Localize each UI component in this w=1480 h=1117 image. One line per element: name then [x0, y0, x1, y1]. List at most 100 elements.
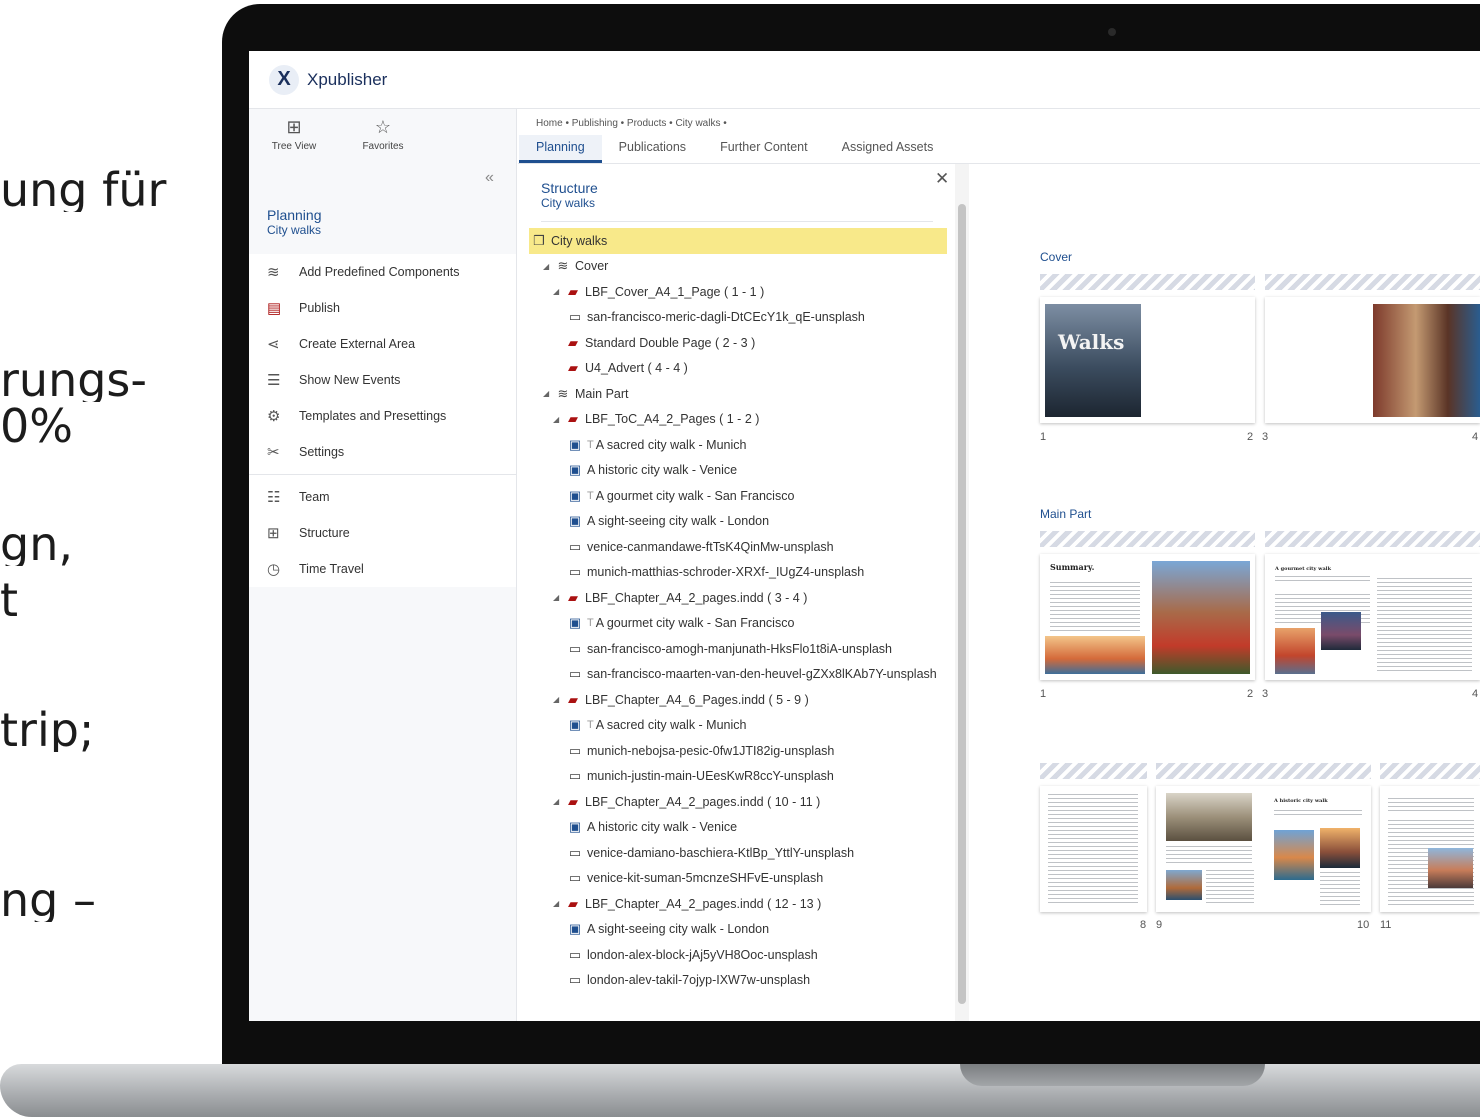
tree-row[interactable]: ▭ munich-matthias-schroder-XRXf-_IUgZ4-un… — [529, 560, 947, 586]
tree-row[interactable]: ▣ T A sacred city walk - Munich — [529, 713, 947, 739]
menu-label: Show New Events — [299, 373, 401, 387]
tree-row[interactable]: ▣ T A sacred city walk - Munich — [529, 432, 947, 458]
expand-arrow-icon[interactable]: ◢ — [553, 797, 563, 806]
expand-arrow-icon[interactable]: ◢ — [553, 593, 563, 602]
tab-publications[interactable]: Publications — [602, 135, 703, 163]
text-block — [1388, 798, 1474, 812]
app-name[interactable]: Xpublisher — [307, 70, 387, 90]
cover-spread-2[interactable] — [1265, 297, 1480, 423]
tree-row[interactable]: ▭ london-alev-takil-7ojyp-IXW7w-unsplash — [529, 968, 947, 994]
tree-row[interactable]: ◢ ▰ LBF_Cover_A4_1_Page ( 1 - 1 ) — [529, 279, 947, 305]
gondola-photo — [1320, 828, 1360, 868]
tab-further-content[interactable]: Further Content — [703, 135, 825, 163]
tree-row[interactable]: ▣ A sight-seeing city walk - London — [529, 509, 947, 535]
collapse-sidebar-icon[interactable]: « — [485, 169, 494, 187]
menu-divider — [249, 474, 516, 475]
menu-add-predefined-components[interactable]: ≋ Add Predefined Components — [249, 254, 516, 290]
text-type-icon: T — [587, 719, 594, 732]
tree-row[interactable]: ▣ T A gourmet city walk - San Francisco — [529, 483, 947, 509]
tree-row[interactable]: ▰ Standard Double Page ( 2 - 3 ) — [529, 330, 947, 356]
tab-planning[interactable]: Planning — [519, 135, 602, 163]
quick-tree-view[interactable]: ⊞ Tree View — [254, 117, 334, 152]
structure-icon: ⊞ — [267, 525, 280, 542]
quick-favorites[interactable]: ☆ Favorites — [343, 117, 423, 152]
menu-create-external-area[interactable]: ⋖ Create External Area — [249, 326, 516, 362]
scrollbar[interactable] — [955, 164, 969, 1021]
tree-row[interactable]: ◢ ▰ LBF_ToC_A4_2_Pages ( 1 - 2 ) — [529, 407, 947, 433]
tree-row[interactable]: ▣ A historic city walk - Venice — [529, 815, 947, 841]
menu-settings[interactable]: ✂ Settings — [249, 434, 516, 470]
main-spread-3[interactable] — [1040, 786, 1147, 912]
tree-row[interactable]: ❒ City walks — [529, 228, 947, 254]
share-nodes-icon: ⋖ — [267, 336, 280, 353]
tree-row[interactable]: ▭ san-francisco-maarten-van-den-heuvel-gZ… — [529, 662, 947, 688]
tree-view-icon: ⊞ — [286, 117, 302, 137]
tree-row[interactable]: ▭ san-francisco-meric-dagli-DtCEcY1k_qE-u… — [529, 305, 947, 331]
pdf-file-icon: ▰ — [568, 895, 578, 911]
scrollbar-thumb[interactable] — [958, 204, 966, 1004]
tree-row[interactable]: ◢ ≋ Main Part — [529, 381, 947, 407]
structure-tree: ❒ City walks ◢ ≋ Cover ◢ ▰ LBF_Cover_A4_1_Page … — [529, 228, 947, 993]
expand-arrow-icon[interactable]: ◢ — [553, 899, 563, 908]
tree-row-label: london-alex-block-jAj5yVH8Ooc-unsplash — [587, 947, 818, 962]
menu-time-travel[interactable]: ◷ Time Travel — [249, 551, 516, 587]
image-icon: ▭ — [568, 538, 582, 554]
tree-row-label: Cover — [575, 259, 609, 274]
text-block — [1050, 582, 1140, 632]
expand-arrow-icon[interactable]: ◢ — [543, 262, 553, 271]
tree-row[interactable]: ▭ san-francisco-amogh-manjunath-HksFlo1t8… — [529, 636, 947, 662]
sidebar-menu: ≋ Add Predefined Components ▤ Publish ⋖ Cre… — [249, 254, 516, 587]
background-text-3: 0% — [0, 404, 73, 448]
menu-label: Settings — [299, 445, 345, 459]
tab-assigned-assets[interactable]: Assigned Assets — [825, 135, 951, 163]
menu-structure[interactable]: ⊞ Structure — [249, 515, 516, 551]
menu-label: Structure — [299, 526, 350, 540]
menu-publish[interactable]: ▤ Publish — [249, 290, 516, 326]
image-icon: ▭ — [568, 640, 582, 656]
tree-row[interactable]: ◢ ▰ LBF_Chapter_A4_2_pages.indd ( 10 - 11 … — [529, 789, 947, 815]
expand-arrow-icon[interactable]: ◢ — [543, 389, 553, 398]
main-spread-4[interactable]: A historic city walk — [1156, 786, 1371, 912]
expand-arrow-icon[interactable]: ◢ — [553, 287, 563, 296]
tree-row[interactable]: ◢ ▰ LBF_Chapter_A4_2_pages.indd ( 3 - 4 ) — [529, 585, 947, 611]
tree-row[interactable]: ▭ venice-canmandawe-ftTsK4QinMw-unsplash — [529, 534, 947, 560]
clock-icon: ◷ — [267, 561, 281, 578]
cover-photo — [1045, 304, 1141, 417]
structure-subtitle: City walks — [541, 196, 596, 210]
cover-spread-1[interactable]: Walks — [1040, 297, 1255, 423]
tree-row[interactable]: ▭ venice-kit-suman-5mcnzeSHFvE-unsplash — [529, 866, 947, 892]
menu-templates-and-presettings[interactable]: ⚙ Templates and Presettings — [249, 398, 516, 434]
tree-row[interactable]: ▣ A historic city walk - Venice — [529, 458, 947, 484]
document-icon: ▣ — [568, 717, 582, 733]
expand-arrow-icon[interactable]: ◢ — [553, 695, 563, 704]
main-spread-2[interactable]: A gourmet city walk — [1265, 554, 1480, 680]
tree-row[interactable]: ▭ london-alex-block-jAj5yVH8Ooc-unsplash — [529, 942, 947, 968]
main-hatch — [1380, 763, 1480, 779]
app-logo-icon[interactable]: X — [269, 64, 299, 95]
sidebar-subtitle: City walks — [267, 223, 322, 237]
breadcrumb[interactable]: Home • Publishing • Products • City walk… — [536, 118, 727, 129]
expand-arrow-icon[interactable]: ◢ — [553, 415, 563, 424]
tree-row[interactable]: ▣ T A gourmet city walk - San Francisco — [529, 611, 947, 637]
canal-photo — [1274, 830, 1314, 880]
menu-team[interactable]: ☷ Team — [249, 479, 516, 515]
section-label-main-part: Main Part — [1040, 507, 1092, 521]
tree-row[interactable]: ▰ U4_Advert ( 4 - 4 ) — [529, 356, 947, 382]
quick-favorites-label: Favorites — [362, 141, 404, 152]
background-text-7: ng – — [0, 878, 96, 922]
tree-row[interactable]: ◢ ≋ Cover — [529, 254, 947, 280]
main-hatch — [1265, 531, 1480, 547]
tree-row[interactable]: ▭ munich-nebojsa-pesic-0fw1JTI82ig-unspla… — [529, 738, 947, 764]
close-icon[interactable]: ✕ — [935, 169, 949, 189]
page-number: 9 — [1156, 919, 1163, 931]
main-spread-1[interactable]: Summary. — [1040, 554, 1255, 680]
tree-row[interactable]: ▣ A sight-seeing city walk - London — [529, 917, 947, 943]
tree-row[interactable]: ▭ venice-damiano-baschiera-KtlBp_YttlY-un… — [529, 840, 947, 866]
image-icon: ▭ — [568, 946, 582, 962]
tree-row[interactable]: ◢ ▰ LBF_Chapter_A4_6_Pages.indd ( 5 - 9 ) — [529, 687, 947, 713]
gear-icon: ⚙ — [267, 408, 281, 425]
tree-row[interactable]: ◢ ▰ LBF_Chapter_A4_2_pages.indd ( 12 - 13 … — [529, 891, 947, 917]
tree-row[interactable]: ▭ munich-justin-main-UEesKwR8ccY-unsplash — [529, 764, 947, 790]
main-spread-5[interactable] — [1380, 786, 1480, 912]
menu-show-new-events[interactable]: ☰ Show New Events — [249, 362, 516, 398]
